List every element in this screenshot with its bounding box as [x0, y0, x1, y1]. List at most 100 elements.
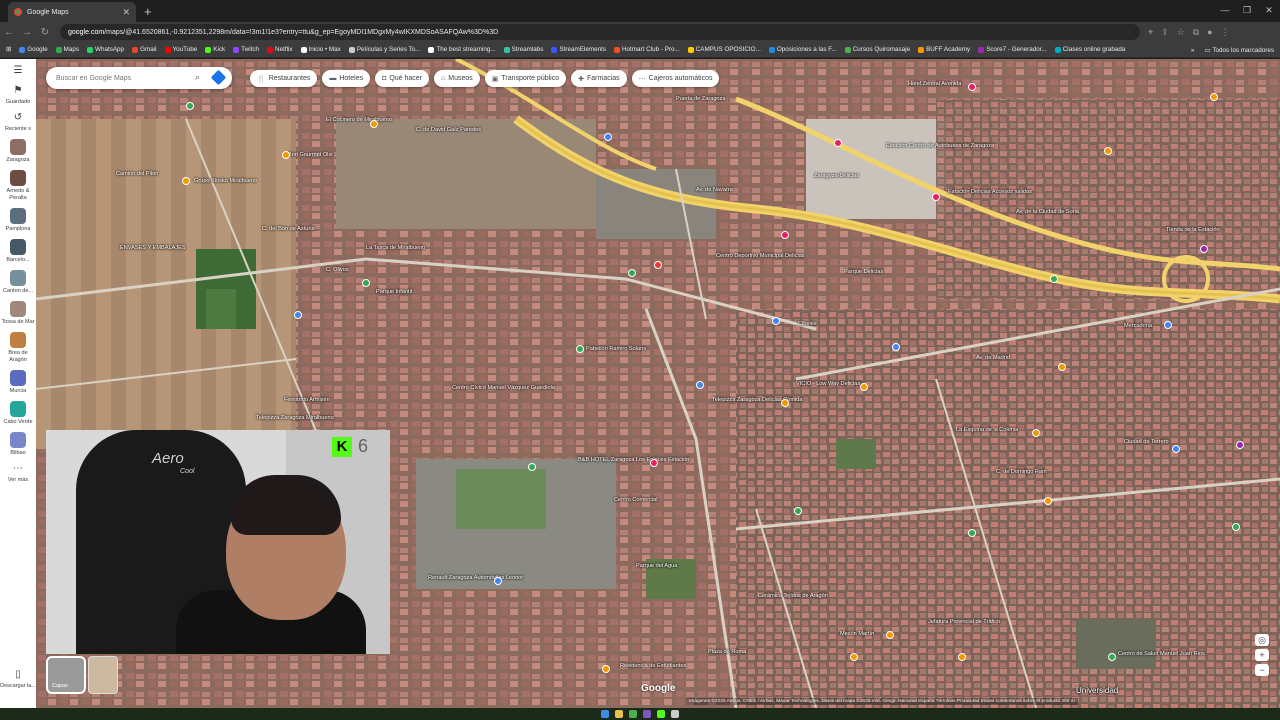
explorer-icon[interactable]	[615, 710, 623, 718]
poi-pin-icon[interactable]	[958, 653, 966, 661]
app-icon[interactable]	[671, 710, 679, 718]
map-label[interactable]: C. de David Gaíz Paredes	[416, 127, 481, 133]
poi-pin-icon[interactable]	[528, 463, 536, 471]
minimize-icon[interactable]: —	[1214, 0, 1236, 20]
poi-pin-icon[interactable]	[294, 311, 302, 319]
chip-restaurants[interactable]: 🍴 Restaurantes	[250, 70, 318, 87]
bookmark-item[interactable]: Oposiciones a las F...	[768, 46, 837, 53]
bookmark-item[interactable]: CAMPUS OPOSICIO...	[687, 46, 761, 53]
map-label[interactable]: Mercadona	[1124, 323, 1152, 329]
extensions-icon[interactable]: ⧉	[1193, 27, 1199, 38]
bookmark-item[interactable]: The best streaming...	[428, 46, 496, 53]
poi-pin-icon[interactable]	[1104, 147, 1112, 155]
reload-icon[interactable]: ↻	[36, 27, 54, 38]
poi-pin-icon[interactable]	[860, 383, 868, 391]
bookmark-item[interactable]: Streamlabs	[503, 46, 543, 53]
map-label[interactable]: Universidad	[1076, 686, 1118, 695]
map-label[interactable]: Renault Zaragoza Automóviles Leonor	[428, 575, 523, 581]
recent-place-item[interactable]: Murcia	[0, 370, 36, 395]
poi-pin-icon[interactable]	[968, 83, 976, 91]
map-label[interactable]: La Esquina de la Colonia	[956, 427, 1018, 433]
poi-pin-icon[interactable]	[696, 381, 704, 389]
bookmark-item[interactable]: Gmail	[132, 46, 157, 53]
bookmark-item[interactable]: Kick	[205, 46, 225, 53]
poi-pin-icon[interactable]	[602, 665, 610, 673]
poi-pin-icon[interactable]	[576, 345, 584, 353]
poi-pin-icon[interactable]	[1044, 497, 1052, 505]
poi-pin-icon[interactable]	[1058, 363, 1066, 371]
recent-place-item[interactable]: Zaragoza	[0, 139, 36, 164]
more-bookmarks-icon[interactable]: »	[1191, 47, 1195, 54]
recent-place-item[interactable]: Cabo Verde	[0, 401, 36, 426]
search-box[interactable]: Buscar en Google Maps ⌕	[46, 67, 232, 89]
bookmark-item[interactable]: StreamElements	[551, 46, 606, 53]
bookmark-item[interactable]: Maps	[55, 46, 79, 53]
poi-pin-icon[interactable]	[362, 279, 370, 287]
map-label[interactable]: Cibeles	[798, 321, 817, 327]
tab-google-maps[interactable]: Google Maps ✕	[8, 2, 136, 22]
all-bookmarks-button[interactable]: ▭ Todos los marcadores	[1204, 47, 1274, 54]
poi-pin-icon[interactable]	[1236, 441, 1244, 449]
recent-place-item[interactable]: Tossa de Mar	[0, 301, 36, 326]
poi-pin-icon[interactable]	[370, 120, 378, 128]
recent-place-item[interactable]: Pamplona	[0, 208, 36, 233]
forward-icon[interactable]: →	[18, 27, 36, 38]
poi-pin-icon[interactable]	[772, 317, 780, 325]
recent-place-item[interactable]: Bilbao	[0, 432, 36, 457]
map-label[interactable]: Centro de Salud Manuel Juan Rios	[1118, 651, 1205, 657]
directions-icon[interactable]	[210, 69, 227, 86]
poi-pin-icon[interactable]	[1210, 93, 1218, 101]
bookmark-item[interactable]: Netflix	[267, 46, 293, 53]
zoom-out-button[interactable]: −	[1255, 664, 1269, 676]
chip-transit[interactable]: ▣ Transporte público	[484, 70, 567, 87]
poi-pin-icon[interactable]	[1172, 445, 1180, 453]
bookmark-item[interactable]: BUFF Academy	[918, 46, 970, 53]
map-label[interactable]: Fernando Armisén	[284, 397, 330, 403]
poi-pin-icon[interactable]	[186, 102, 194, 110]
poi-pin-icon[interactable]	[654, 261, 662, 269]
saved-button[interactable]: ⚑ Guardado	[0, 85, 36, 106]
map-label[interactable]: Parque Infantil	[376, 289, 412, 295]
chip-things-to-do[interactable]: ◘ Qué hacer	[375, 70, 430, 87]
poi-pin-icon[interactable]	[1050, 275, 1058, 283]
map-label[interactable]: Parque Delicias	[844, 269, 883, 275]
map-label[interactable]: Zaragoza-Delicias	[814, 173, 859, 179]
poi-pin-icon[interactable]	[650, 459, 658, 467]
map-label[interactable]: El Cocinero de Miralbueno	[326, 117, 392, 123]
map-label[interactable]: VICIO - Low Way Delicias	[796, 381, 860, 387]
poi-pin-icon[interactable]	[494, 577, 502, 585]
close-tab-icon[interactable]: ✕	[122, 7, 130, 18]
chip-museums[interactable]: ⌂ Museos	[434, 70, 480, 87]
poi-pin-icon[interactable]	[628, 269, 636, 277]
search-input[interactable]: Buscar en Google Maps	[56, 75, 131, 82]
poi-pin-icon[interactable]	[1108, 653, 1116, 661]
url-input[interactable]: google.com/maps/@41.6520861,-0.9212351,2…	[60, 24, 1140, 40]
search-icon[interactable]: ⌕	[195, 72, 200, 83]
map-label[interactable]: Av. de la Ciudad de Soria	[1016, 209, 1079, 215]
menu-button[interactable]: ☰	[0, 65, 36, 79]
app-icon[interactable]	[657, 710, 665, 718]
map-label[interactable]: C. del Bon de Asturia	[262, 226, 315, 232]
map-label[interactable]: Tienda de la Estación	[1166, 227, 1220, 233]
poi-pin-icon[interactable]	[182, 177, 190, 185]
layers-button[interactable]: Capas	[46, 656, 86, 694]
see-more-button[interactable]: ⋯ Ver más	[0, 463, 36, 484]
menu-icon[interactable]: ⋮	[1221, 27, 1230, 38]
map-label[interactable]: Estación Delicias Accesos salidas	[948, 189, 1032, 195]
bookmark-item[interactable]: Cursos Quiromasaje	[844, 46, 910, 53]
map-label[interactable]: Puerta de Zaragoza	[676, 96, 725, 102]
recent-place-item[interactable]: Arnedo & Peralta	[0, 170, 36, 202]
share-icon[interactable]: ⇪	[1161, 27, 1169, 38]
recent-place-item[interactable]: Canton de...	[0, 270, 36, 295]
map-label[interactable]: Centro Cívico Manuel Vázquez Guardiola	[452, 385, 555, 391]
map-label[interactable]: B&B HOTEL Zaragoza Los Enlaces Estación	[578, 457, 689, 463]
map-label[interactable]: ENVASES Y EMBALAJES	[120, 245, 186, 251]
map-label[interactable]: Ciudad de Terrero	[1124, 439, 1169, 445]
star-icon[interactable]: ☆	[1177, 27, 1185, 38]
map-label[interactable]: Grupo Kiosko Miralbueno	[194, 178, 257, 184]
poi-pin-icon[interactable]	[1200, 245, 1208, 253]
profile-avatar[interactable]: ●	[1207, 27, 1212, 38]
chip-hotels[interactable]: ▬ Hoteles	[322, 70, 371, 87]
poi-pin-icon[interactable]	[781, 399, 789, 407]
back-icon[interactable]: ←	[0, 27, 18, 38]
